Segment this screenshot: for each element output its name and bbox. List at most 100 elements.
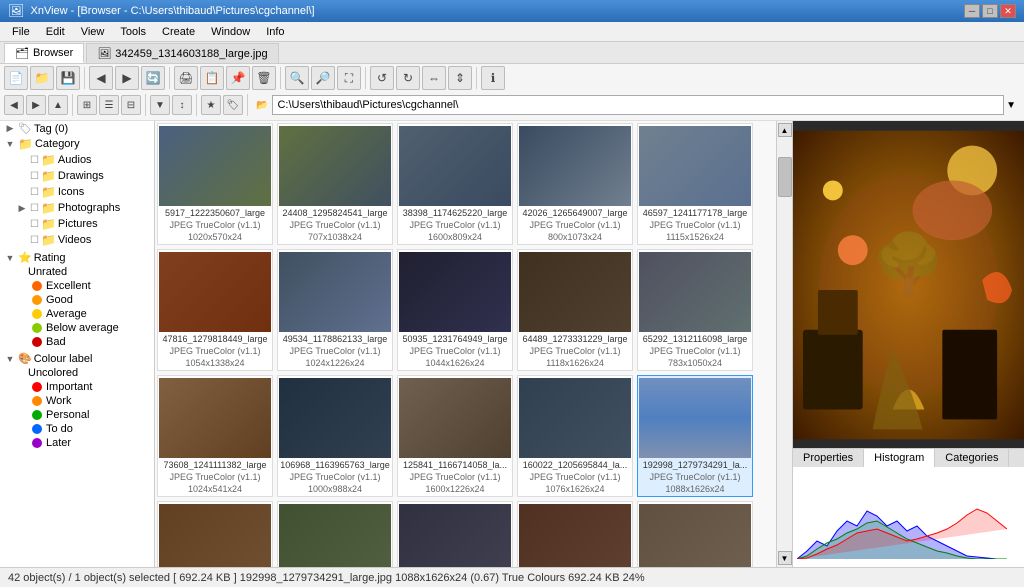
scrollbar-down-button[interactable]: ▼	[778, 551, 792, 565]
menu-window[interactable]: Window	[203, 24, 258, 40]
sidebar-item-category[interactable]: ▼ 📁 Category	[0, 136, 154, 152]
menu-info[interactable]: Info	[258, 24, 292, 40]
sidebar-item-pictures[interactable]: ☐ 📁 Pictures	[0, 216, 154, 232]
thumbnail-item-3[interactable]: 38398_1174625220_largeJPEG TrueColor (v1…	[397, 123, 513, 245]
menu-edit[interactable]: Edit	[38, 24, 73, 40]
thumbnail-item-17[interactable]: 218717_1310767180_la...JPEG TrueColor (v…	[277, 501, 393, 567]
sidebar-item-average[interactable]: Average	[0, 307, 154, 321]
menu-file[interactable]: File	[4, 24, 38, 40]
zoom-in-button[interactable]: 🔍	[285, 66, 309, 90]
save-button[interactable]: 💾	[56, 66, 80, 90]
view-list-button[interactable]: ☰	[99, 95, 119, 115]
sidebar-item-tag[interactable]: ▶ 🏷 Tag (0)	[0, 121, 154, 136]
thumb-image-8	[399, 252, 511, 332]
thumbnail-item-14[interactable]: 160022_1205695844_la...JPEG TrueColor (v…	[517, 375, 633, 497]
print-button[interactable]: 🖨	[174, 66, 198, 90]
rotate-left-button[interactable]: ↺	[370, 66, 394, 90]
menu-create[interactable]: Create	[154, 24, 203, 40]
view-thumb-button[interactable]: ⊞	[77, 95, 97, 115]
back-button[interactable]: ◀	[89, 66, 113, 90]
view-detail-button[interactable]: ⊟	[121, 95, 141, 115]
nav-back-button[interactable]: ◀	[4, 95, 24, 115]
panel-tabs: Properties Histogram Categories	[793, 448, 1024, 467]
star-button[interactable]: ★	[201, 95, 221, 115]
thumbnail-item-12[interactable]: 106968_1163965763_largeJPEG TrueColor (v…	[277, 375, 393, 497]
sidebar-item-unrated[interactable]: Unrated	[0, 265, 154, 279]
tag-button[interactable]: 🏷	[223, 95, 243, 115]
paste-button[interactable]: 📌	[226, 66, 250, 90]
menu-view[interactable]: View	[73, 24, 113, 40]
good-label: Good	[46, 294, 73, 306]
thumbnail-item-7[interactable]: 49534_1178862133_largeJPEG TrueColor (v1…	[277, 249, 393, 371]
scrollbar-up-button[interactable]: ▲	[778, 123, 792, 137]
scrollbar-thumb[interactable]	[778, 157, 792, 197]
open-file-button[interactable]: 📁	[30, 66, 54, 90]
thumbnail-item-6[interactable]: 47816_1279818449_largeJPEG TrueColor (v1…	[157, 249, 273, 371]
sidebar-item-rating[interactable]: ▼ ⭐ Rating	[0, 250, 154, 265]
categories-tab[interactable]: Categories	[935, 449, 1009, 467]
maximize-button[interactable]: □	[982, 4, 998, 18]
sidebar-item-below-average[interactable]: Below average	[0, 321, 154, 335]
thumbnail-item-1[interactable]: 5917_1222350607_largeJPEG TrueColor (v1.…	[157, 123, 273, 245]
thumbnail-item-16[interactable]: 193080_1180812449_la...JPEG TrueColor (v…	[157, 501, 273, 567]
thumbnail-item-18[interactable]: 227196_1212816786_la...JPEG TrueColor (v…	[397, 501, 513, 567]
thumbnail-item-20[interactable]: 244895_1191333321_la...JPEG TrueColor (v…	[637, 501, 753, 567]
sidebar-item-drawings[interactable]: ☐ 📁 Drawings	[0, 168, 154, 184]
thumb-info-14: JPEG TrueColor (v1.1)	[520, 472, 630, 482]
thumbnail-item-11[interactable]: 73608_1241111382_largeJPEG TrueColor (v1…	[157, 375, 273, 497]
new-button[interactable]: 📄	[4, 66, 28, 90]
sidebar-item-colour-label[interactable]: ▼ 🎨 Colour label	[0, 351, 154, 366]
sidebar-item-todo[interactable]: To do	[0, 422, 154, 436]
sidebar-item-personal[interactable]: Personal	[0, 408, 154, 422]
copy-button[interactable]: 📋	[200, 66, 224, 90]
delete-button[interactable]: 🗑	[252, 66, 276, 90]
histogram-tab[interactable]: Histogram	[864, 449, 935, 467]
address-dropdown-button[interactable]: ▼	[1006, 100, 1016, 111]
sort-button[interactable]: ↕	[172, 95, 192, 115]
thumbnail-item-15[interactable]: 192998_1279734291_la...JPEG TrueColor (v…	[637, 375, 753, 497]
close-button[interactable]: ✕	[1000, 4, 1016, 18]
sidebar-item-good[interactable]: Good	[0, 293, 154, 307]
menu-tools[interactable]: Tools	[112, 24, 154, 40]
thumbnail-item-13[interactable]: 125841_1166714058_la...JPEG TrueColor (v…	[397, 375, 513, 497]
nav-fwd-button[interactable]: ▶	[26, 95, 46, 115]
thumbnail-item-4[interactable]: 42026_1265649007_largeJPEG TrueColor (v1…	[517, 123, 633, 245]
thumbnail-item-19[interactable]: 232407_1327395565_la...JPEG TrueColor (v…	[517, 501, 633, 567]
bad-label: Bad	[46, 336, 66, 348]
address-input[interactable]	[272, 95, 1004, 115]
sidebar-item-uncolored[interactable]: Uncolored	[0, 366, 154, 380]
forward-button[interactable]: ▶	[115, 66, 139, 90]
sidebar-item-videos[interactable]: ☐ 📁 Videos	[0, 232, 154, 248]
thumb-info-12: JPEG TrueColor (v1.1)	[280, 472, 390, 482]
thumbnail-item-8[interactable]: 50935_1231764949_largeJPEG TrueColor (v1…	[397, 249, 513, 371]
info-button[interactable]: ℹ	[481, 66, 505, 90]
thumbnail-item-10[interactable]: 65292_1312116098_largeJPEG TrueColor (v1…	[637, 249, 753, 371]
properties-tab[interactable]: Properties	[793, 449, 864, 467]
address-icon: 📂	[256, 100, 268, 111]
minimize-button[interactable]: ─	[964, 4, 980, 18]
scrollbar-track[interactable]: ▲ ▼	[776, 121, 792, 567]
zoom-out-button[interactable]: 🔎	[311, 66, 335, 90]
thumb-size-12: 1000x988x24	[280, 484, 390, 494]
thumbnail-item-5[interactable]: 46597_1241177178_largeJPEG TrueColor (v1…	[637, 123, 753, 245]
fullscreen-button[interactable]: ⛶	[337, 66, 361, 90]
sidebar-item-important[interactable]: Important	[0, 380, 154, 394]
sidebar-item-audios[interactable]: ☐ 📁 Audios	[0, 152, 154, 168]
sidebar-item-photographs[interactable]: ▶ ☐ 📁 Photographs	[0, 200, 154, 216]
flip-v-button[interactable]: ⇕	[448, 66, 472, 90]
thumb-info-9: JPEG TrueColor (v1.1)	[520, 346, 630, 356]
thumbnail-item-9[interactable]: 64489_1273331229_largeJPEG TrueColor (v1…	[517, 249, 633, 371]
sidebar-item-bad[interactable]: Bad	[0, 335, 154, 349]
sidebar-item-work[interactable]: Work	[0, 394, 154, 408]
tab-image[interactable]: 🖼 342459_1314603188_large.jpg	[86, 43, 278, 63]
refresh-button[interactable]: 🔄	[141, 66, 165, 90]
sidebar-item-excellent[interactable]: Excellent	[0, 279, 154, 293]
thumbnail-item-2[interactable]: 24408_1295824541_largeJPEG TrueColor (v1…	[277, 123, 393, 245]
tab-browser[interactable]: 🗂 Browser	[4, 43, 84, 63]
rotate-right-button[interactable]: ↻	[396, 66, 420, 90]
sidebar-item-later[interactable]: Later	[0, 436, 154, 450]
nav-up-button[interactable]: ▲	[48, 95, 68, 115]
flip-h-button[interactable]: ⇔	[422, 66, 446, 90]
filter-button[interactable]: ▼	[150, 95, 170, 115]
sidebar-item-icons[interactable]: ☐ 📁 Icons	[0, 184, 154, 200]
